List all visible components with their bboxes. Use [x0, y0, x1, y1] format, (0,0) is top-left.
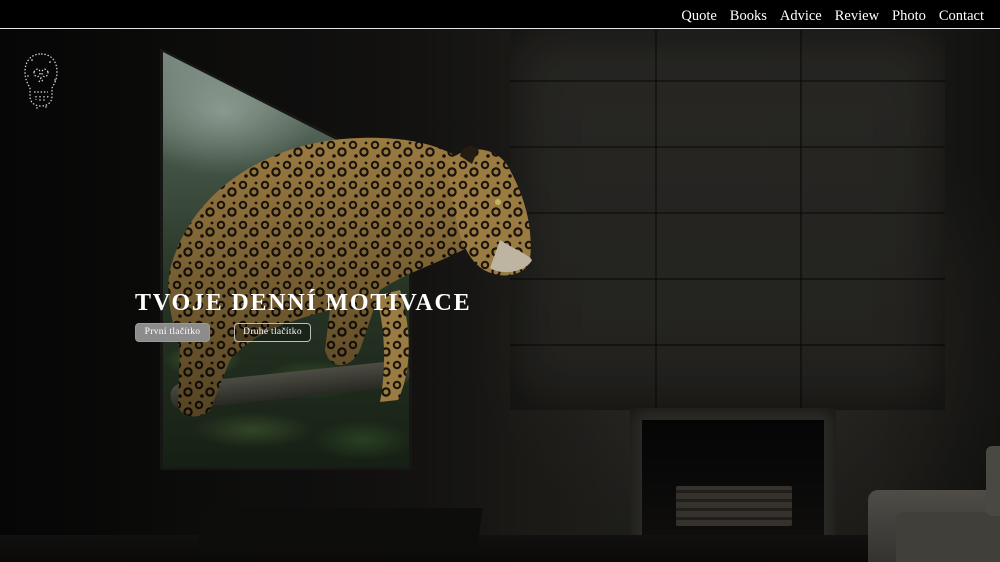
nav-item-photo: Photo: [892, 7, 926, 25]
nav-menu: Quote Books Advice Review Photo Contact: [681, 7, 984, 25]
primary-button[interactable]: První tlačítko: [135, 323, 210, 342]
nav-item-contact: Contact: [939, 7, 984, 25]
nav-link-books[interactable]: Books: [730, 8, 767, 24]
nav-link-photo[interactable]: Photo: [892, 8, 926, 24]
nav-item-quote: Quote: [681, 7, 716, 25]
nav-item-advice: Advice: [780, 7, 822, 25]
hero-title: TVOJE DENNÍ MOTIVACE: [135, 290, 472, 316]
hero-background-image: [0, 0, 1000, 562]
nav-link-review[interactable]: Review: [835, 8, 879, 24]
nav-link-advice[interactable]: Advice: [780, 8, 822, 24]
nav-link-quote[interactable]: Quote: [681, 8, 716, 24]
nav-item-books: Books: [730, 7, 767, 25]
skull-icon[interactable]: [22, 50, 60, 112]
dark-overlay: [0, 0, 1000, 562]
nav-link-contact[interactable]: Contact: [939, 8, 984, 24]
secondary-button[interactable]: Druhé tlačítko: [234, 323, 311, 342]
nav-item-review: Review: [835, 7, 879, 25]
top-nav-bar: Quote Books Advice Review Photo Contact: [0, 0, 1000, 29]
